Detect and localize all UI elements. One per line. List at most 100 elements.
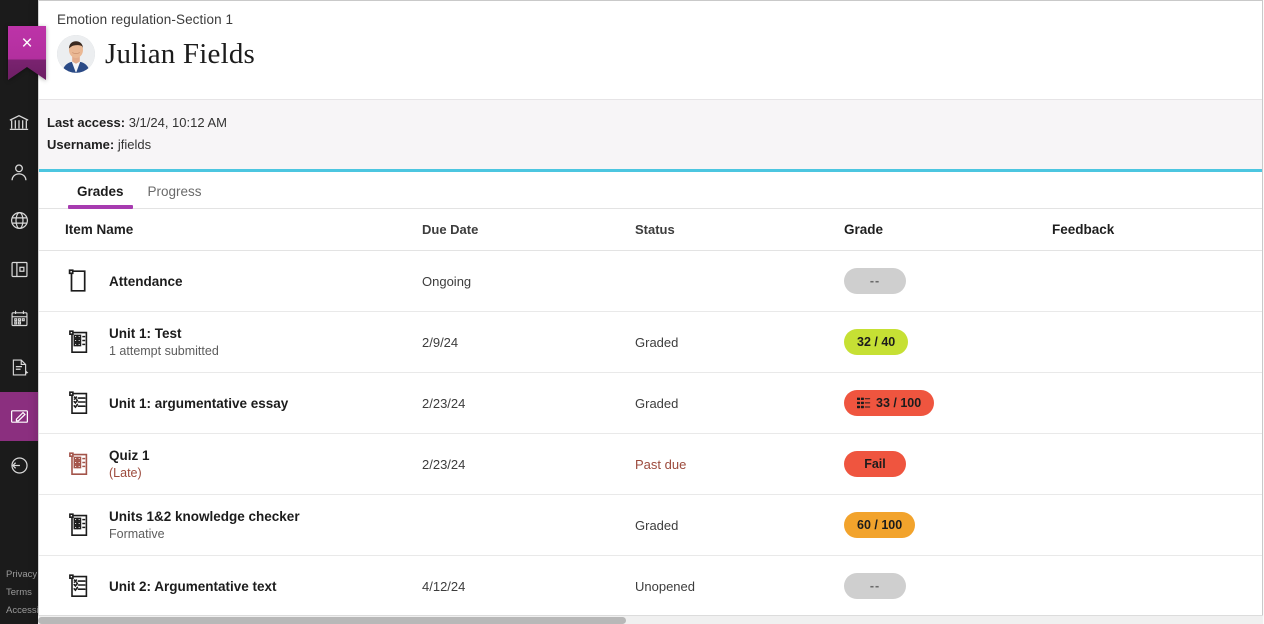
username-label: Username: bbox=[47, 137, 114, 152]
item-title: Unit 1: Test bbox=[109, 325, 219, 342]
page-title: Julian Fields bbox=[105, 37, 255, 71]
item-title: Attendance bbox=[109, 273, 183, 290]
cell-grade: Fail bbox=[844, 451, 1052, 477]
cell-status: Unopened bbox=[635, 579, 844, 594]
content-collection-icon[interactable] bbox=[0, 245, 38, 294]
panel-tabs: Grades Progress bbox=[39, 172, 1262, 209]
table-header-row: Item Name Due Date Status Grade Feedback bbox=[39, 209, 1262, 251]
signout-icon[interactable] bbox=[0, 441, 38, 490]
table-row[interactable]: Quiz 1 (Late) 2/23/24 Past due Fail bbox=[39, 434, 1262, 495]
rail-footer-links: Privacy Terms Accessibility bbox=[0, 569, 38, 624]
grade-value: 33 / 100 bbox=[876, 396, 921, 410]
grade-detail-screen: Privacy Terms Accessibility Emotion regu… bbox=[0, 0, 1264, 624]
grade-pill[interactable]: -- bbox=[844, 268, 906, 294]
horizontal-scrollbar[interactable] bbox=[38, 615, 1263, 624]
item-subtitle: (Late) bbox=[109, 465, 150, 481]
terms-link[interactable]: Terms bbox=[6, 587, 38, 598]
avatar bbox=[57, 35, 95, 73]
cell-due-date: 2/23/24 bbox=[422, 457, 635, 472]
globe-icon[interactable] bbox=[0, 196, 38, 245]
tab-grades[interactable]: Grades bbox=[65, 184, 136, 208]
table-row[interactable]: Unit 1: Test 1 attempt submitted 2/9/24 … bbox=[39, 312, 1262, 373]
calendar-icon[interactable] bbox=[0, 294, 38, 343]
item-text: Unit 1: Test 1 attempt submitted bbox=[109, 325, 219, 359]
grade-value: -- bbox=[870, 274, 880, 288]
last-access-line: Last access: 3/1/24, 10:12 AM bbox=[47, 112, 1262, 134]
grade-value: Fail bbox=[864, 457, 886, 471]
profile-icon[interactable] bbox=[0, 147, 38, 196]
cell-grade: 60 / 100 bbox=[844, 512, 1052, 538]
test-icon bbox=[65, 510, 95, 540]
cell-grade: 32 / 40 bbox=[844, 329, 1052, 355]
item-title: Unit 1: argumentative essay bbox=[109, 395, 288, 412]
document-icon bbox=[65, 266, 95, 296]
item-text: Units 1&2 knowledge checker Formative bbox=[109, 508, 300, 542]
scrollbar-thumb[interactable] bbox=[38, 617, 626, 624]
cell-due-date: 2/9/24 bbox=[422, 335, 635, 350]
grade-pill[interactable]: 33 / 100 bbox=[844, 390, 934, 416]
cell-status: Past due bbox=[635, 457, 844, 472]
quiz-icon-late bbox=[65, 449, 95, 479]
close-icon: × bbox=[8, 34, 46, 53]
table-row[interactable]: Attendance Ongoing -- bbox=[39, 251, 1262, 312]
institution-icon[interactable] bbox=[0, 98, 38, 147]
table-row[interactable]: Units 1&2 knowledge checker Formative Gr… bbox=[39, 495, 1262, 556]
grade-value: 32 / 40 bbox=[857, 335, 895, 349]
cell-item-name[interactable]: Quiz 1 (Late) bbox=[65, 447, 422, 481]
breadcrumb: Emotion regulation-Section 1 bbox=[57, 11, 1262, 29]
cell-grade: 33 / 100 bbox=[844, 390, 1052, 416]
col-header-item-name: Item Name bbox=[65, 222, 422, 237]
cell-grade: -- bbox=[844, 573, 1052, 599]
item-title: Unit 2: Argumentative text bbox=[109, 578, 277, 595]
cell-due-date: 2/23/24 bbox=[422, 396, 635, 411]
cell-due-date: Ongoing bbox=[422, 274, 635, 289]
last-access-value: 3/1/24, 10:12 AM bbox=[129, 115, 227, 130]
grade-pill[interactable]: Fail bbox=[844, 451, 906, 477]
messages-icon[interactable] bbox=[0, 343, 38, 392]
grade-value: -- bbox=[870, 579, 880, 593]
item-title: Units 1&2 knowledge checker bbox=[109, 508, 300, 525]
assignment-icon bbox=[65, 571, 95, 601]
tab-progress[interactable]: Progress bbox=[136, 184, 214, 208]
grade-pill[interactable]: -- bbox=[844, 573, 906, 599]
close-panel-button[interactable]: × bbox=[8, 26, 46, 80]
item-text: Quiz 1 (Late) bbox=[109, 447, 150, 481]
accessibility-link[interactable]: Accessibility bbox=[6, 605, 38, 616]
cell-item-name[interactable]: Units 1&2 knowledge checker Formative bbox=[65, 508, 422, 542]
last-access-label: Last access: bbox=[47, 115, 125, 130]
cell-status: Graded bbox=[635, 518, 844, 533]
panel-header: Emotion regulation-Section 1 bbox=[39, 1, 1262, 99]
col-header-status: Status bbox=[635, 222, 844, 237]
table-body: Attendance Ongoing -- Unit 1: Test bbox=[39, 251, 1262, 617]
grades-icon[interactable] bbox=[0, 392, 38, 441]
item-text: Unit 1: argumentative essay bbox=[109, 395, 288, 412]
test-icon bbox=[65, 327, 95, 357]
student-grades-panel: Emotion regulation-Section 1 bbox=[38, 0, 1263, 624]
item-text: Unit 2: Argumentative text bbox=[109, 578, 277, 595]
grade-pill[interactable]: 32 / 40 bbox=[844, 329, 908, 355]
cell-item-name[interactable]: Unit 1: argumentative essay bbox=[65, 388, 422, 418]
global-nav-rail: Privacy Terms Accessibility bbox=[0, 0, 38, 624]
cell-status: Graded bbox=[635, 396, 844, 411]
grades-table: Item Name Due Date Status Grade Feedback… bbox=[39, 209, 1262, 617]
cell-grade: -- bbox=[844, 268, 1052, 294]
assignment-icon bbox=[65, 388, 95, 418]
table-row[interactable]: Unit 2: Argumentative text 4/12/24 Unope… bbox=[39, 556, 1262, 617]
cell-due-date: 4/12/24 bbox=[422, 579, 635, 594]
col-header-feedback: Feedback bbox=[1052, 222, 1252, 237]
username-line: Username: jfields bbox=[47, 134, 1262, 156]
cell-item-name[interactable]: Attendance bbox=[65, 266, 422, 296]
cell-status: Graded bbox=[635, 335, 844, 350]
student-meta: Last access: 3/1/24, 10:12 AM Username: … bbox=[39, 99, 1262, 169]
item-subtitle: Formative bbox=[109, 526, 300, 542]
username-value: jfields bbox=[118, 137, 151, 152]
student-identity: Julian Fields bbox=[57, 35, 1262, 73]
grade-pill[interactable]: 60 / 100 bbox=[844, 512, 915, 538]
cell-item-name[interactable]: Unit 2: Argumentative text bbox=[65, 571, 422, 601]
col-header-due-date: Due Date bbox=[422, 222, 635, 237]
privacy-link[interactable]: Privacy bbox=[6, 569, 38, 580]
cell-item-name[interactable]: Unit 1: Test 1 attempt submitted bbox=[65, 325, 422, 359]
rubric-icon bbox=[857, 397, 871, 410]
col-header-grade: Grade bbox=[844, 222, 1052, 237]
table-row[interactable]: Unit 1: argumentative essay 2/23/24 Grad… bbox=[39, 373, 1262, 434]
